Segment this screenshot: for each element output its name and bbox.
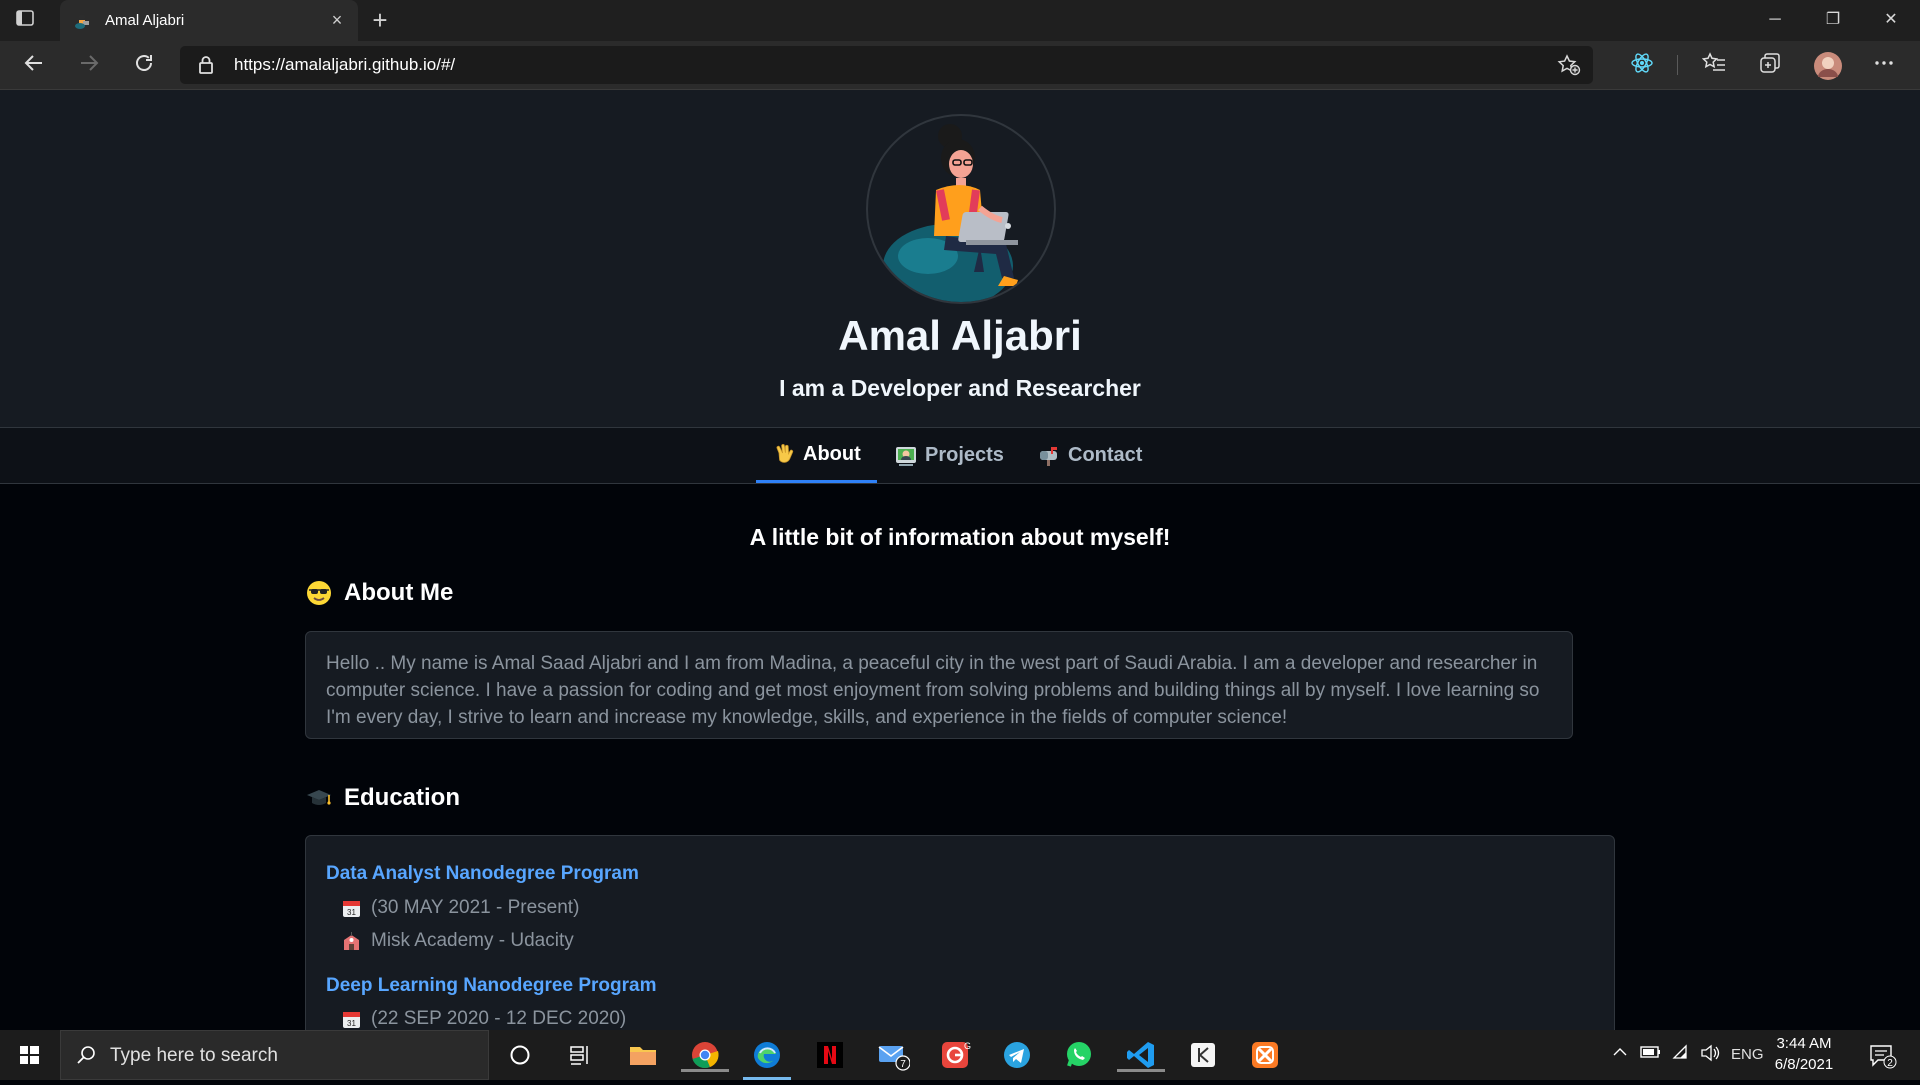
address-bar[interactable]: https://amalaljabri.github.io/#/ [180,46,1593,84]
tab-favicon-icon [74,13,90,29]
profile-avatar-illustration [866,114,1056,304]
about-card: Hello .. My name is Amal Saad Aljabri an… [305,631,1573,739]
calendar-icon: 31 [342,899,361,918]
graduation-cap-icon [306,785,332,811]
tab-contact[interactable]: Contact [1038,428,1142,483]
lock-icon[interactable] [197,55,215,75]
new-tab-button[interactable]: + [366,7,394,35]
tab-projects-label: Projects [925,444,1004,466]
mail-icon[interactable]: 7 [876,1038,911,1072]
cortana-icon[interactable] [503,1038,537,1072]
about-heading-text: About Me [344,579,454,606]
education-dates: 31 (22 SEP 2020 - 12 DEC 2020) [342,1008,626,1030]
tab-actions-icon[interactable] [15,8,45,34]
tab-projects[interactable]: Projects [895,428,1004,483]
close-window-button[interactable]: ✕ [1863,0,1919,41]
education-dates-text: (30 MAY 2021 - Present) [371,897,580,918]
notification-center-icon[interactable]: 2 [1868,1042,1898,1074]
tab-about[interactable]: About [756,428,877,483]
sunglasses-face-icon [306,580,332,606]
svg-text:G: G [964,1041,971,1051]
clock-time[interactable]: 3:44 AM [1762,1035,1846,1052]
waving-hand-icon [773,443,795,465]
calendar-icon: 31 [342,1010,361,1029]
browser-tab[interactable]: Amal Aljabri × [60,0,358,41]
education-title-link[interactable]: Data Analyst Nanodegree Program [326,863,639,885]
favorites-icon[interactable] [1700,51,1728,79]
volume-icon[interactable] [1700,1044,1720,1066]
about-heading: About Me [306,579,453,607]
running-indicator [1117,1069,1165,1072]
react-devtools-icon[interactable] [1628,51,1656,79]
vscode-icon[interactable] [1117,1038,1165,1072]
mailbox-icon [1038,445,1060,467]
tab-close-icon[interactable]: × [326,9,348,31]
education-heading: Education [306,784,460,812]
education-title-link[interactable]: Deep Learning Nanodegree Program [326,975,656,997]
show-hidden-icons[interactable] [1612,1044,1628,1064]
refresh-icon[interactable] [130,51,158,79]
section-tabs: About Projects Contact [0,428,1920,484]
intro-heading: A little bit of information about myself… [749,524,1171,550]
restore-button[interactable]: ❐ [1805,0,1861,41]
collections-icon[interactable] [1756,51,1784,79]
profile-tagline: I am a Developer and Researcher [779,375,1141,401]
edge-icon[interactable] [743,1038,791,1080]
minimize-button[interactable]: ─ [1747,0,1803,41]
back-icon[interactable] [20,51,48,79]
address-url[interactable]: https://amalaljabri.github.io/#/ [234,55,455,75]
profile-avatar[interactable] [1813,51,1842,80]
battery-icon[interactable] [1640,1044,1662,1064]
education-org: Misk Academy - Udacity [342,930,574,952]
grammarly-icon[interactable]: G [938,1038,972,1072]
svg-text:31: 31 [347,1019,356,1028]
profile-name: Amal Aljabri [838,312,1082,359]
language-indicator[interactable]: ENG [1731,1046,1764,1063]
more-menu-icon[interactable] [1870,51,1898,79]
school-icon [342,931,361,951]
task-view-icon[interactable] [563,1038,597,1072]
technologist-icon [895,445,917,467]
tab-about-label: About [803,442,861,465]
tab-contact-label: Contact [1068,444,1143,466]
add-favorite-icon[interactable] [1557,54,1581,76]
tab-title: Amal Aljabri [105,12,185,29]
education-org-text: Misk Academy - Udacity [371,930,574,951]
svg-text:31: 31 [347,908,356,917]
telegram-icon[interactable] [1000,1038,1034,1072]
xampp-icon[interactable] [1248,1038,1282,1072]
clock-date[interactable]: 6/8/2021 [1762,1056,1846,1073]
education-card: Data Analyst Nanodegree Program 31 (30 M… [305,835,1615,1030]
chrome-icon[interactable] [681,1038,729,1072]
taskbar-search-box[interactable]: Type here to search [60,1030,489,1080]
whatsapp-icon[interactable] [1062,1038,1096,1072]
browser-toolbar: https://amalaljabri.github.io/#/ [0,41,1920,90]
education-dates-text: (22 SEP 2020 - 12 DEC 2020) [371,1008,627,1029]
profile-header: Amal Aljabri I am a Developer and Resear… [0,90,1920,428]
education-heading-text: Education [344,784,461,811]
browser-titlebar: Amal Aljabri × + ─ ❐ ✕ [0,0,1920,41]
about-text: Hello .. My name is Amal Saad Aljabri an… [326,653,1540,728]
search-icon [75,1044,97,1066]
netflix-icon[interactable] [813,1038,847,1072]
windows-taskbar: Type here to search 7 G ENG 3:44 AM 6/8/… [0,1030,1920,1080]
web-page: Amal Aljabri I am a Developer and Resear… [0,90,1920,1030]
file-explorer-icon[interactable] [626,1038,660,1072]
wifi-icon[interactable] [1672,1044,1692,1066]
git-client-icon[interactable] [1186,1038,1220,1072]
toolbar-divider [1677,55,1678,75]
running-indicator [681,1069,729,1072]
education-dates: 31 (30 MAY 2021 - Present) [342,897,579,919]
forward-icon[interactable] [75,51,103,79]
start-button[interactable] [0,1030,60,1080]
notification-count: 2 [1887,1058,1893,1069]
search-placeholder: Type here to search [110,1045,278,1066]
mail-badge: 7 [900,1059,906,1070]
